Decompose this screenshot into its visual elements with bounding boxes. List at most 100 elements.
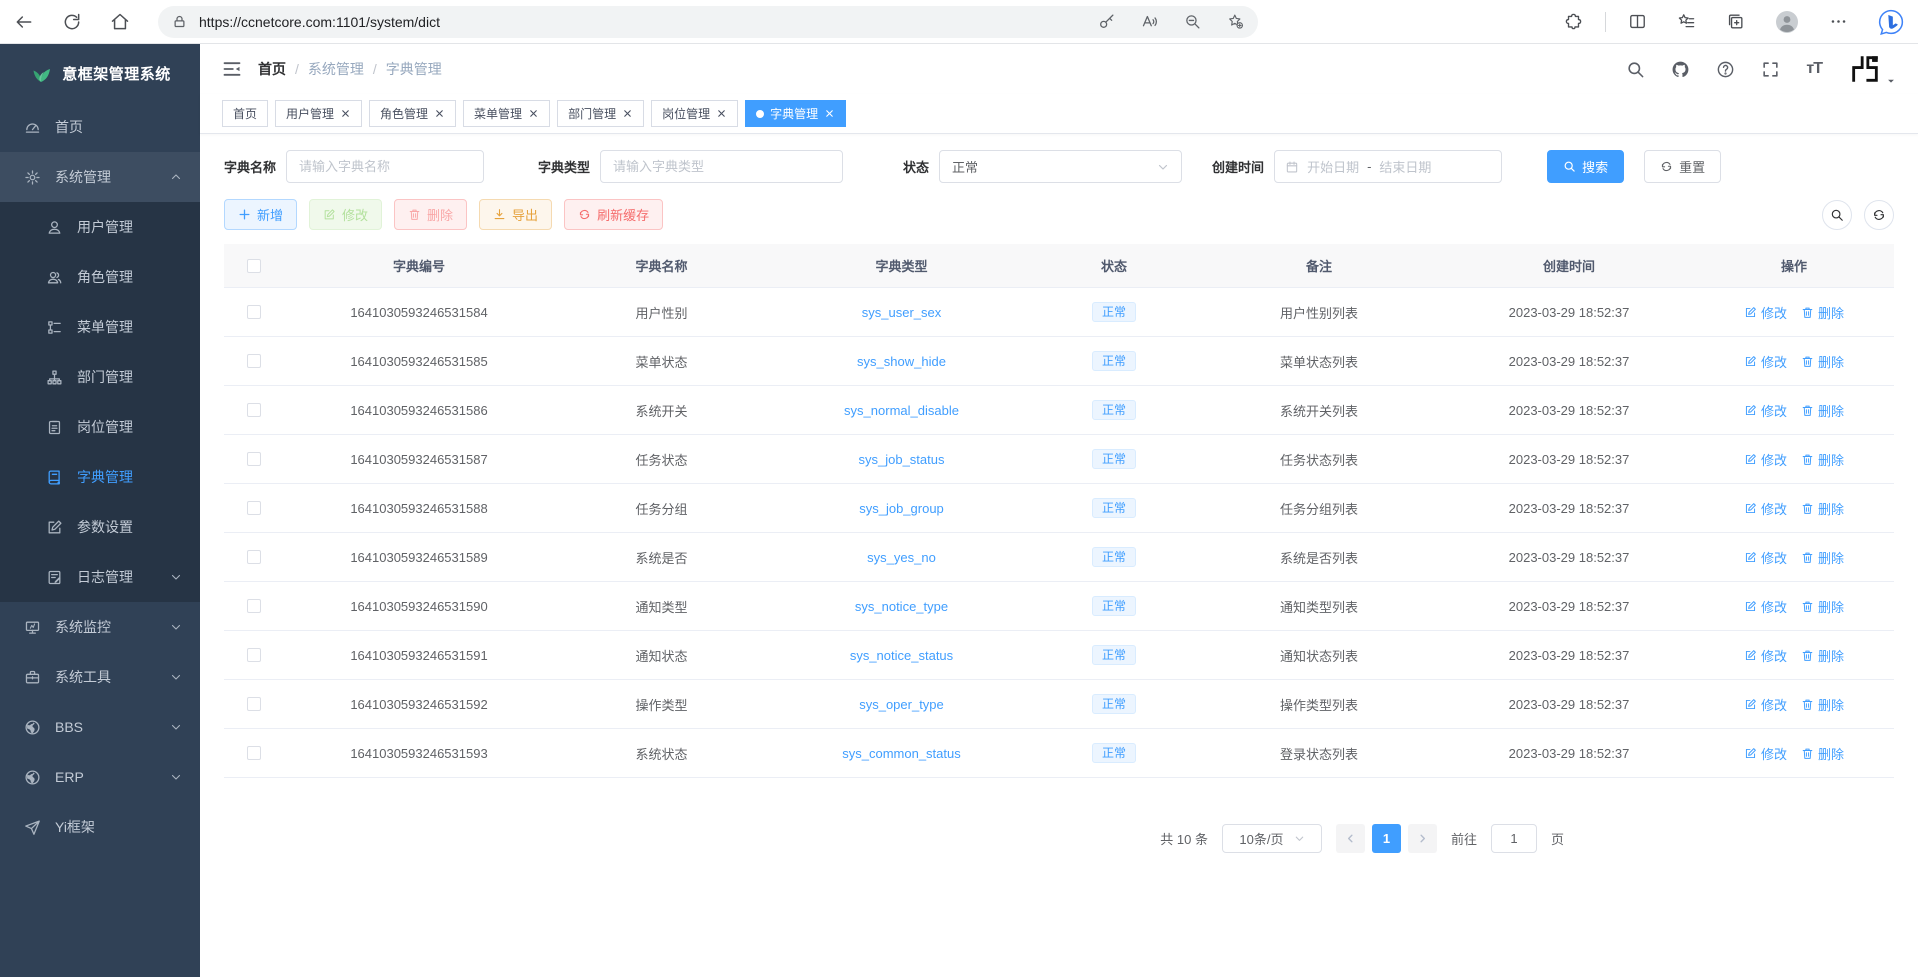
dict-type-link[interactable]: sys_notice_type [855, 599, 948, 614]
row-edit-button[interactable]: 修改 [1744, 548, 1787, 567]
address-bar[interactable]: https://ccnetcore.com:1101/system/dict [158, 6, 1258, 38]
collections-icon[interactable] [1726, 12, 1745, 31]
extensions-icon[interactable] [1564, 12, 1583, 31]
tab-home[interactable]: 首页 [222, 100, 268, 127]
page-number-button[interactable]: 1 [1372, 824, 1401, 853]
row-edit-button[interactable]: 修改 [1744, 499, 1787, 518]
sidebar-item-dict[interactable]: 字典管理 [0, 452, 200, 502]
password-key-icon[interactable] [1098, 13, 1115, 30]
sidebar-item-user[interactable]: 用户管理 [0, 202, 200, 252]
row-delete-button[interactable]: 删除 [1801, 548, 1844, 567]
back-icon[interactable] [14, 12, 34, 32]
row-edit-button[interactable]: 修改 [1744, 450, 1787, 469]
row-delete-button[interactable]: 删除 [1801, 401, 1844, 420]
dict-type-link[interactable]: sys_show_hide [857, 354, 946, 369]
tab-dict[interactable]: 字典管理 [745, 100, 846, 127]
row-checkbox[interactable] [247, 550, 261, 564]
refresh-table-button[interactable] [1864, 200, 1894, 230]
row-edit-button[interactable]: 修改 [1744, 646, 1787, 665]
row-delete-button[interactable]: 删除 [1801, 499, 1844, 518]
row-checkbox[interactable] [247, 648, 261, 662]
sidebar-item-yi[interactable]: Yi框架 [0, 802, 200, 852]
dict-type-link[interactable]: sys_common_status [842, 746, 961, 761]
refresh-cache-button[interactable]: 刷新缓存 [564, 199, 663, 230]
add-favorite-icon[interactable] [1227, 13, 1244, 30]
dict-type-link[interactable]: sys_job_status [859, 452, 945, 467]
row-edit-button[interactable]: 修改 [1744, 695, 1787, 714]
row-checkbox[interactable] [247, 697, 261, 711]
dict-type-link[interactable]: sys_yes_no [867, 550, 936, 565]
toggle-search-button[interactable] [1822, 200, 1852, 230]
dict-type-link[interactable]: sys_job_group [859, 501, 944, 516]
bing-copilot-icon[interactable] [1878, 9, 1904, 35]
row-delete-button[interactable]: 删除 [1801, 695, 1844, 714]
tab-menu[interactable]: 菜单管理 [463, 100, 550, 127]
tab-dept[interactable]: 部门管理 [557, 100, 644, 127]
refresh-icon[interactable] [62, 12, 82, 32]
read-aloud-icon[interactable] [1141, 13, 1158, 30]
row-delete-button[interactable]: 删除 [1801, 744, 1844, 763]
row-edit-button[interactable]: 修改 [1744, 352, 1787, 371]
tab-role[interactable]: 角色管理 [369, 100, 456, 127]
row-edit-button[interactable]: 修改 [1744, 744, 1787, 763]
dict-name-input[interactable] [286, 150, 484, 183]
sidebar-item-system[interactable]: 系统管理 [0, 152, 200, 202]
sidebar-item-menu[interactable]: 菜单管理 [0, 302, 200, 352]
row-checkbox[interactable] [247, 501, 261, 515]
favorites-icon[interactable] [1677, 12, 1696, 31]
home-icon[interactable] [110, 12, 130, 32]
sidebar-item-tool[interactable]: 系统工具 [0, 652, 200, 702]
row-delete-button[interactable]: 删除 [1801, 450, 1844, 469]
url-text[interactable]: https://ccnetcore.com:1101/system/dict [199, 14, 1072, 30]
sidebar-item-log[interactable]: 日志管理 [0, 552, 200, 602]
row-checkbox[interactable] [247, 403, 261, 417]
search-icon[interactable] [1626, 60, 1645, 79]
select-all-checkbox[interactable] [247, 259, 261, 273]
sidebar-item-erp[interactable]: ERP [0, 752, 200, 802]
row-checkbox[interactable] [247, 452, 261, 466]
page-size-select[interactable]: 10条/页 [1222, 824, 1322, 853]
sidebar-item-dept[interactable]: 部门管理 [0, 352, 200, 402]
row-delete-button[interactable]: 删除 [1801, 352, 1844, 371]
dict-type-link[interactable]: sys_oper_type [859, 697, 944, 712]
dict-type-link[interactable]: sys_notice_status [850, 648, 953, 663]
add-button[interactable]: 新增 [224, 199, 297, 230]
collapse-sidebar-icon[interactable] [222, 59, 242, 79]
row-checkbox[interactable] [247, 599, 261, 613]
app-logo[interactable]: 意框架管理系统 [0, 44, 200, 102]
row-edit-button[interactable]: 修改 [1744, 401, 1787, 420]
tab-user[interactable]: 用户管理 [275, 100, 362, 127]
tab-post[interactable]: 岗位管理 [651, 100, 738, 127]
row-checkbox[interactable] [247, 354, 261, 368]
sidebar-item-bbs[interactable]: BBS [0, 702, 200, 752]
fullscreen-icon[interactable] [1761, 60, 1780, 79]
reset-button[interactable]: 重置 [1644, 150, 1721, 183]
sidebar-item-home[interactable]: 首页 [0, 102, 200, 152]
row-checkbox[interactable] [247, 305, 261, 319]
split-screen-icon[interactable] [1628, 12, 1647, 31]
dict-type-link[interactable]: sys_normal_disable [844, 403, 959, 418]
row-checkbox[interactable] [247, 746, 261, 760]
dict-type-input[interactable] [600, 150, 843, 183]
help-icon[interactable] [1716, 60, 1735, 79]
row-edit-button[interactable]: 修改 [1744, 597, 1787, 616]
sidebar-item-param[interactable]: 参数设置 [0, 502, 200, 552]
search-button[interactable]: 搜索 [1547, 150, 1624, 183]
zoom-out-icon[interactable] [1184, 13, 1201, 30]
sidebar-item-role[interactable]: 角色管理 [0, 252, 200, 302]
edit-button[interactable]: 修改 [309, 199, 382, 230]
next-page-button[interactable] [1408, 824, 1437, 853]
row-delete-button[interactable]: 删除 [1801, 646, 1844, 665]
breadcrumb-item[interactable]: 首页 [258, 59, 286, 79]
dict-type-link[interactable]: sys_user_sex [862, 305, 941, 320]
github-icon[interactable] [1671, 60, 1690, 79]
prev-page-button[interactable] [1336, 824, 1365, 853]
more-menu-icon[interactable] [1829, 12, 1848, 31]
sidebar-item-monitor[interactable]: 系统监控 [0, 602, 200, 652]
status-select[interactable]: 正常 [939, 150, 1182, 183]
goto-page-input[interactable] [1491, 824, 1537, 853]
sidebar-item-post[interactable]: 岗位管理 [0, 402, 200, 452]
row-delete-button[interactable]: 删除 [1801, 303, 1844, 322]
profile-avatar[interactable] [1775, 10, 1799, 34]
date-range-picker[interactable]: 开始日期 - 结束日期 [1274, 150, 1502, 183]
